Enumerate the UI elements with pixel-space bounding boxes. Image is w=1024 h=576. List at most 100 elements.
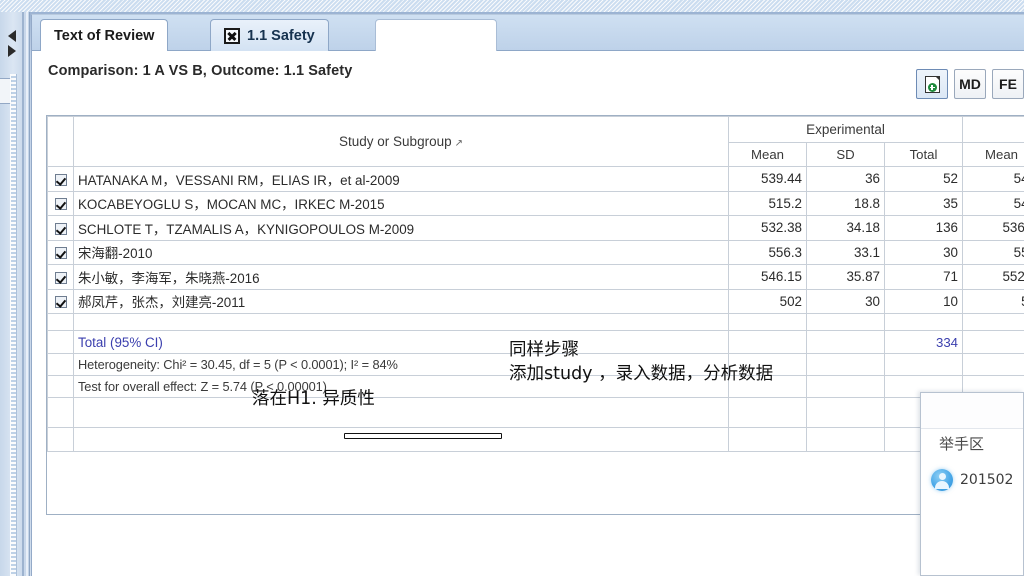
row-total-experimental: 35 bbox=[884, 190, 963, 216]
avatar bbox=[931, 469, 953, 491]
header-mean-experimental[interactable]: Mean bbox=[728, 142, 807, 167]
meta-analysis-table: Study or Subgroup ↗ Experimental Mean SD … bbox=[46, 115, 1024, 515]
total-checkbox-cell bbox=[47, 330, 74, 354]
table-row[interactable]: 朱小敏，李海军，朱晓燕-2016 546.15 35.87 71 552.0 bbox=[47, 264, 1024, 290]
raise-hand-popup[interactable]: 举手区 201502 bbox=[920, 392, 1024, 576]
table-row[interactable]: 宋海翻-2010 556.3 33.1 30 554 bbox=[47, 239, 1024, 265]
spacer-cell bbox=[884, 313, 963, 331]
ove-c2 bbox=[806, 375, 885, 398]
screen-root: Text of Review 1.1 Safety Comparison: 1 … bbox=[0, 0, 1024, 576]
annotation-h1: 落在H1. 异质性 bbox=[252, 389, 375, 409]
study-column-header[interactable]: Study or Subgroup ↗ bbox=[73, 116, 729, 167]
md-button-label: MD bbox=[959, 76, 981, 92]
row-mean-control: 549 bbox=[962, 190, 1024, 216]
row-mean-experimental: 556.3 bbox=[728, 239, 807, 265]
tab-text-of-review[interactable]: Text of Review bbox=[40, 19, 169, 51]
checkbox-column-header bbox=[47, 116, 74, 167]
heterogeneity-blank-cell bbox=[47, 353, 74, 376]
tab-1-1-safety[interactable]: 1.1 Safety bbox=[210, 19, 329, 51]
blank-cell bbox=[728, 427, 807, 452]
table-row[interactable]: SCHLOTE T，TZAMALIS A，KYNIGOPOULOS M-2009… bbox=[47, 215, 1024, 241]
tab-empty-slot[interactable] bbox=[375, 19, 497, 51]
row-checkbox[interactable] bbox=[47, 166, 74, 192]
window-title-strip bbox=[0, 0, 1024, 12]
row-total-experimental: 52 bbox=[884, 166, 963, 192]
table-row[interactable]: KOCABEYOGLU S，MOCAN MC，IRKEC M-2015 515.… bbox=[47, 190, 1024, 216]
sort-caret-icon: ↗ bbox=[454, 138, 463, 149]
blank-cell bbox=[73, 427, 729, 452]
header-sd-experimental[interactable]: SD bbox=[806, 142, 885, 167]
header-mean-control[interactable]: Mean bbox=[962, 142, 1024, 167]
row-sd-experimental: 34.18 bbox=[806, 215, 885, 241]
blank-cell bbox=[806, 397, 885, 428]
blank-cell bbox=[73, 397, 729, 428]
row-mean-control: 554 bbox=[962, 239, 1024, 265]
page-title: Comparison: 1 A VS B, Outcome: 1.1 Safet… bbox=[48, 63, 353, 79]
gutter-track[interactable] bbox=[10, 74, 17, 576]
row-mean-control: 540 bbox=[962, 166, 1024, 192]
control-group-header bbox=[962, 116, 1024, 143]
add-document-icon bbox=[924, 75, 940, 93]
spacer-cell bbox=[728, 313, 807, 331]
splitter-line-left[interactable] bbox=[22, 12, 24, 576]
document-panel: Text of Review 1.1 Safety Comparison: 1 … bbox=[31, 14, 1024, 576]
fe-button[interactable]: FE bbox=[992, 69, 1024, 99]
spacer-cell bbox=[806, 313, 885, 331]
total-mean-control bbox=[962, 330, 1024, 354]
scroll-left-arrow-icon[interactable] bbox=[8, 30, 18, 42]
blank-cell bbox=[47, 397, 74, 428]
popup-header bbox=[921, 393, 1023, 429]
row-total-experimental: 30 bbox=[884, 239, 963, 265]
scroll-right-arrow-icon[interactable] bbox=[8, 45, 18, 57]
row-mean-control: 536.9 bbox=[962, 215, 1024, 241]
spacer-cell bbox=[73, 313, 729, 331]
row-sd-experimental: 35.87 bbox=[806, 264, 885, 290]
het-c4 bbox=[962, 353, 1024, 376]
fe-button-label: FE bbox=[999, 76, 1017, 92]
row-sd-experimental: 18.8 bbox=[806, 190, 885, 216]
row-checkbox[interactable] bbox=[47, 239, 74, 265]
blank-cell bbox=[806, 427, 885, 452]
total-total-experimental: 334 bbox=[884, 330, 963, 354]
row-checkbox[interactable] bbox=[47, 190, 74, 216]
row-study-name: HATANAKA M，VESSANI RM，ELIAS IR，et al-200… bbox=[73, 166, 729, 192]
tab-bar: Text of Review 1.1 Safety bbox=[32, 15, 1024, 51]
popup-user-entry[interactable]: 201502 bbox=[931, 469, 1013, 491]
row-mean-experimental: 532.38 bbox=[728, 215, 807, 241]
annotation-steps: 同样步骤 添加study ，录入数据，分析数据 bbox=[509, 340, 774, 385]
row-checkbox[interactable] bbox=[47, 288, 74, 314]
tab-text-of-review-label: Text of Review bbox=[54, 27, 155, 44]
toolbar: MD FE bbox=[916, 69, 1024, 99]
spacer-cell bbox=[47, 313, 74, 331]
table-row[interactable]: HATANAKA M，VESSANI RM，ELIAS IR，et al-200… bbox=[47, 166, 1024, 192]
row-mean-experimental: 539.44 bbox=[728, 166, 807, 192]
row-total-experimental: 10 bbox=[884, 288, 963, 314]
row-mean-experimental: 502 bbox=[728, 288, 807, 314]
blank-cell bbox=[47, 427, 74, 452]
row-total-experimental: 136 bbox=[884, 215, 963, 241]
row-checkbox[interactable] bbox=[47, 215, 74, 241]
tab-1-1-safety-label: 1.1 Safety bbox=[247, 27, 315, 44]
total-sd-experimental bbox=[806, 330, 885, 354]
spacer-cell bbox=[962, 313, 1024, 331]
row-sd-experimental: 30 bbox=[806, 288, 885, 314]
row-checkbox[interactable] bbox=[47, 264, 74, 290]
close-icon[interactable] bbox=[224, 27, 240, 44]
row-sd-experimental: 36 bbox=[806, 166, 885, 192]
popup-user-id: 201502 bbox=[960, 472, 1014, 488]
table-blank-row bbox=[47, 427, 1024, 452]
row-study-name: 郝凤芹，张杰，刘建亮-2011 bbox=[73, 288, 729, 314]
header-total-experimental[interactable]: Total bbox=[884, 142, 963, 167]
row-study-name: KOCABEYOGLU S，MOCAN MC，IRKEC M-2015 bbox=[73, 190, 729, 216]
row-mean-experimental: 546.15 bbox=[728, 264, 807, 290]
row-mean-control: 54 bbox=[962, 288, 1024, 314]
study-column-header-label: Study or Subgroup bbox=[339, 134, 452, 149]
add-study-button[interactable] bbox=[916, 69, 948, 99]
het-c2 bbox=[806, 353, 885, 376]
blank-cell bbox=[728, 397, 807, 428]
row-mean-control: 552.0 bbox=[962, 264, 1024, 290]
md-button[interactable]: MD bbox=[954, 69, 986, 99]
popup-title: 举手区 bbox=[939, 435, 985, 453]
table-group-header-row: Study or Subgroup ↗ Experimental bbox=[47, 116, 1024, 167]
table-row[interactable]: 郝凤芹，张杰，刘建亮-2011 502 30 10 54 bbox=[47, 288, 1024, 314]
